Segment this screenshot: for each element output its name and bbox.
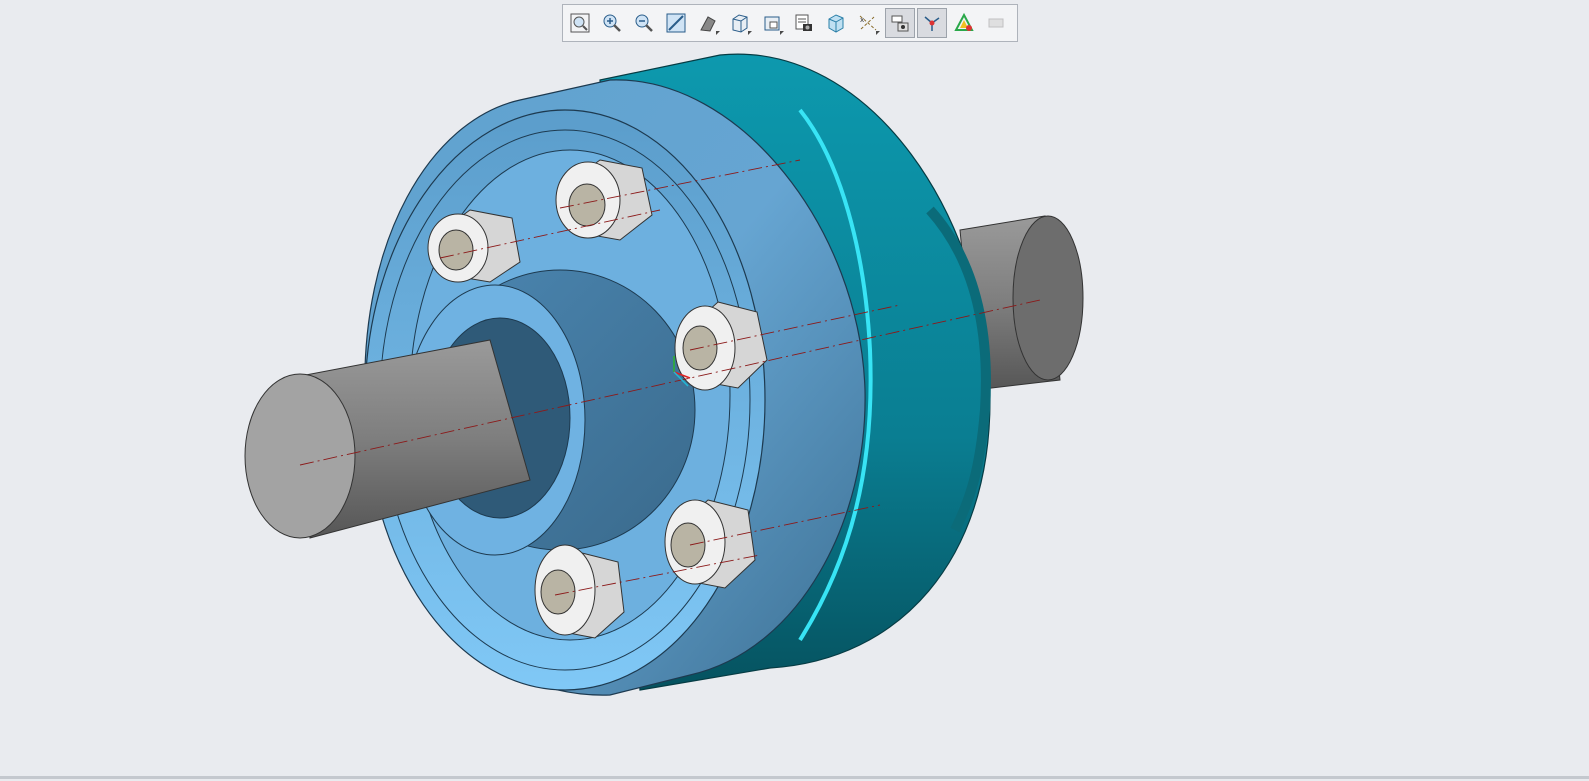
zoom-out-icon [635, 14, 653, 32]
annotation-display-icon [891, 15, 909, 32]
section-icon [988, 18, 1004, 28]
3d-graphics-area[interactable] [0, 0, 1589, 776]
flyout-arrow-icon [780, 31, 784, 35]
flyout-arrow-icon [748, 31, 752, 35]
saved-views-button[interactable] [757, 8, 787, 38]
datum-display-icon: x [859, 15, 877, 31]
annotation-display-button[interactable] [885, 8, 915, 38]
view-orientation-button[interactable] [725, 8, 755, 38]
display-style-icon [700, 16, 716, 32]
view-manager-button[interactable] [789, 8, 819, 38]
perspective-box-icon [828, 14, 844, 33]
zoom-to-fit-button[interactable] [565, 8, 595, 38]
datum-display-button[interactable]: x [853, 8, 883, 38]
zoom-in-button[interactable] [597, 8, 627, 38]
spin-center-icon [924, 16, 940, 31]
flyout-arrow-icon [876, 31, 880, 35]
section-button[interactable] [981, 8, 1011, 38]
zoom-area-icon [666, 13, 686, 33]
display-style-button[interactable] [693, 8, 723, 38]
saved-views-icon [764, 16, 780, 31]
zoom-out-button[interactable] [629, 8, 659, 38]
zoom-area-button[interactable] [661, 8, 691, 38]
zoom-in-icon [603, 14, 621, 32]
view-cube-icon [732, 14, 748, 33]
bolt-nut-1[interactable] [427, 209, 521, 283]
spin-center-button[interactable] [917, 8, 947, 38]
svg-text:x: x [860, 16, 864, 24]
perspective-button[interactable] [821, 8, 851, 38]
zoom-fit-icon [570, 13, 590, 33]
flyout-arrow-icon [716, 31, 720, 35]
appearance-button[interactable] [949, 8, 979, 38]
coupling-model[interactable] [0, 0, 1589, 776]
appearance-icon [954, 13, 974, 31]
graphics-toolbar: x [562, 4, 1018, 42]
view-manager-icon [795, 14, 812, 31]
